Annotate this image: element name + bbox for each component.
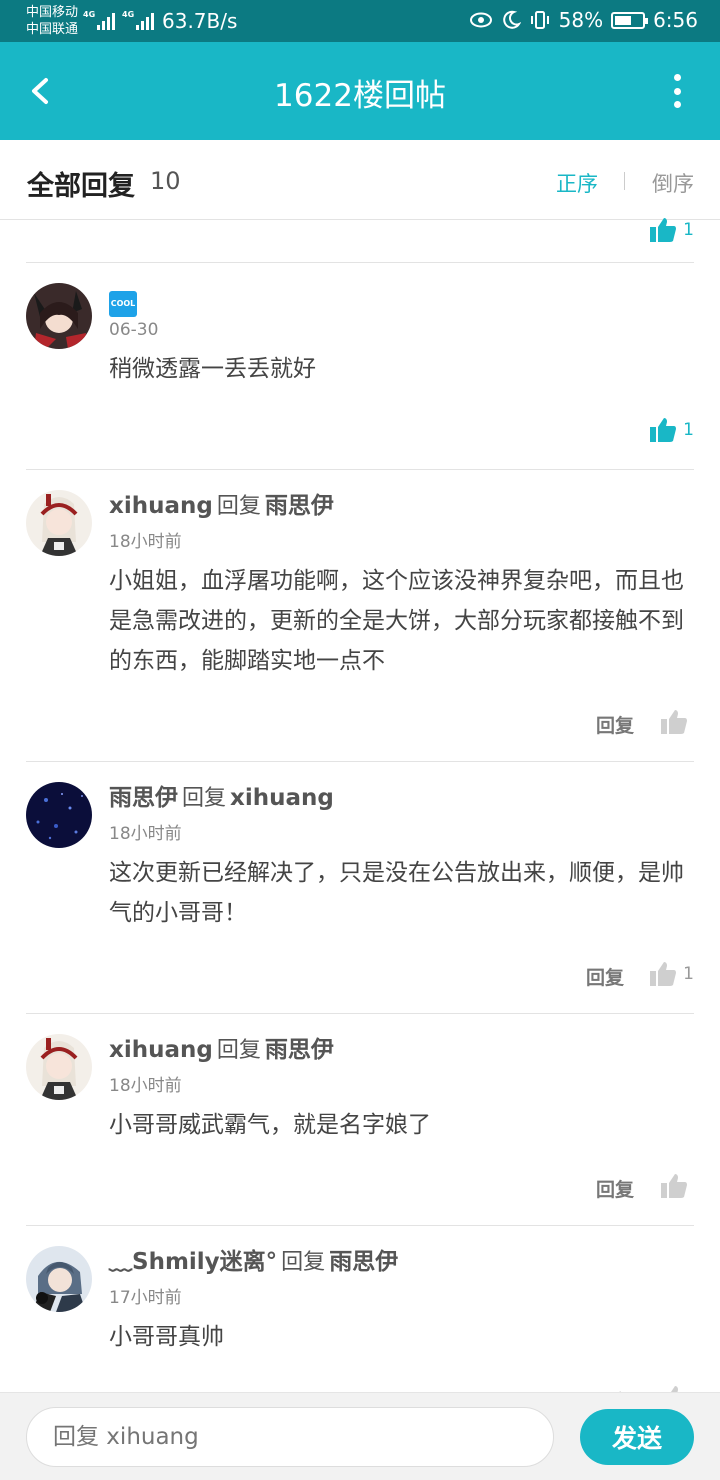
battery-icon bbox=[611, 11, 649, 29]
comment-date: 17小时前 bbox=[109, 1288, 182, 1308]
like-button[interactable] bbox=[660, 1173, 694, 1199]
reply-button[interactable]: 回复 bbox=[596, 711, 634, 738]
thumbs-up-icon bbox=[661, 1174, 687, 1198]
signal-1-icon: 4G bbox=[83, 10, 115, 30]
comment-date: 18小时前 bbox=[109, 532, 182, 552]
eye-icon bbox=[469, 12, 492, 28]
comment-list: 1 COOL 06-30 稍微透露一丢丢就好 1 xihuang 回复 雨思伊 … bbox=[0, 218, 720, 1437]
list-item: xihuang 回复 雨思伊 18小时前 小姐姐，血浮屠功能啊，这个应该没神界复杂吧… bbox=[26, 470, 694, 762]
reply-target[interactable]: xihuang bbox=[230, 785, 334, 811]
thumbs-up-icon bbox=[650, 418, 677, 442]
sort-descending-tab[interactable]: 倒序 bbox=[652, 168, 694, 198]
comment-text: 小姐姐，血浮屠功能啊，这个应该没神界复杂吧，而且也是急需改进的，更新的全是大饼，… bbox=[109, 568, 684, 674]
comment-text: 稍微透露一丢丢就好 bbox=[109, 356, 316, 382]
reply-word: 回复 bbox=[216, 1038, 261, 1063]
replies-title: 全部回复 bbox=[27, 171, 135, 202]
vibrate-icon bbox=[530, 11, 549, 29]
carrier-2: 中国联通 bbox=[26, 22, 79, 37]
reply-word: 回复 bbox=[216, 494, 261, 519]
comment-text: 小哥哥真帅 bbox=[109, 1324, 224, 1350]
thumbs-up-icon bbox=[650, 218, 677, 242]
author-name[interactable]: ﹏Shmily迷离° bbox=[109, 1249, 277, 1275]
clock: 6:56 bbox=[653, 8, 698, 32]
reply-bar: 发送 bbox=[0, 1392, 720, 1480]
comment-text: 小哥哥威武霸气，就是名字娘了 bbox=[109, 1112, 431, 1138]
like-button[interactable] bbox=[660, 709, 694, 735]
status-right: 58% 6:56 bbox=[469, 8, 698, 32]
thumbs-up-icon bbox=[650, 962, 677, 986]
more-vertical-icon[interactable] bbox=[670, 74, 684, 108]
like-count: 1 bbox=[683, 220, 694, 240]
comment-date: 18小时前 bbox=[109, 1076, 182, 1096]
carrier-1: 中国移动 bbox=[26, 5, 79, 20]
battery-percent: 58% bbox=[558, 8, 604, 32]
reply-word: 回复 bbox=[281, 1250, 326, 1275]
status-bar: 中国移动 中国联通 4G 4G 63.7B/s 58% 6:56 bbox=[0, 0, 720, 42]
reply-target[interactable]: 雨思伊 bbox=[329, 1249, 398, 1275]
sort-ascending-tab[interactable]: 正序 bbox=[556, 168, 598, 198]
avatar[interactable] bbox=[26, 782, 92, 848]
author-name[interactable]: 雨思伊 bbox=[109, 785, 178, 811]
thumbs-up-icon bbox=[661, 710, 687, 734]
cool-badge: COOL bbox=[109, 291, 137, 317]
carrier-labels: 中国移动 中国联通 bbox=[26, 4, 78, 38]
author-name[interactable]: xihuang bbox=[109, 493, 213, 519]
author-line: 雨思伊 回复 xihuang bbox=[109, 780, 694, 817]
avatar[interactable] bbox=[26, 283, 92, 349]
author-line: ﹏Shmily迷离° 回复 雨思伊 bbox=[109, 1244, 694, 1281]
moon-icon bbox=[502, 10, 521, 29]
like-count: 1 bbox=[683, 964, 694, 984]
reply-target[interactable]: 雨思伊 bbox=[265, 493, 334, 519]
send-button[interactable]: 发送 bbox=[580, 1409, 694, 1465]
like-button[interactable]: 1 bbox=[649, 961, 694, 987]
author-line: xihuang 回复 雨思伊 bbox=[109, 488, 694, 525]
signal-2-icon: 4G bbox=[122, 10, 154, 30]
list-item: 雨思伊 回复 xihuang 18小时前 这次更新已经解决了，只是没在公告放出来，顺… bbox=[26, 762, 694, 1014]
avatar[interactable] bbox=[26, 1034, 92, 1100]
author-line: xihuang 回复 雨思伊 bbox=[109, 1032, 694, 1069]
network-speed: 63.7B/s bbox=[162, 9, 238, 33]
page-title: 1622楼回帖 bbox=[274, 78, 446, 114]
comment-date: 06-30 bbox=[109, 320, 159, 340]
comment-actions: 回复 bbox=[26, 1145, 694, 1225]
like-button[interactable]: 1 bbox=[649, 417, 694, 443]
reply-input[interactable] bbox=[26, 1407, 554, 1467]
app-header: 1622楼回帖 bbox=[0, 42, 720, 140]
list-item: xihuang 回复 雨思伊 18小时前 小哥哥威武霸气，就是名字娘了 回复 bbox=[26, 1014, 694, 1226]
comment-actions: 1 bbox=[26, 389, 694, 469]
comment-text: 这次更新已经解决了，只是没在公告放出来，顺便，是帅气的小哥哥！ bbox=[109, 860, 684, 926]
replies-count: 10 bbox=[150, 167, 181, 195]
comment-date: 18小时前 bbox=[109, 824, 182, 844]
reply-button[interactable]: 回复 bbox=[586, 963, 624, 990]
avatar[interactable] bbox=[26, 1246, 92, 1312]
list-item: 1 bbox=[26, 218, 694, 263]
list-item: COOL 06-30 稍微透露一丢丢就好 1 bbox=[26, 263, 694, 470]
like-count: 1 bbox=[683, 420, 694, 440]
reply-target[interactable]: 雨思伊 bbox=[265, 1037, 334, 1063]
reply-word: 回复 bbox=[182, 786, 227, 811]
comment-actions: 回复 bbox=[26, 681, 694, 761]
sort-divider bbox=[624, 172, 625, 190]
avatar[interactable] bbox=[26, 490, 92, 556]
author-line: COOL bbox=[109, 281, 694, 317]
like-button[interactable]: 1 bbox=[649, 217, 694, 243]
replies-header: 全部回复 10 正序 倒序 bbox=[0, 140, 720, 220]
comment-actions: 回复 1 bbox=[26, 933, 694, 1013]
author-name[interactable]: xihuang bbox=[109, 1037, 213, 1063]
reply-button[interactable]: 回复 bbox=[596, 1175, 634, 1202]
